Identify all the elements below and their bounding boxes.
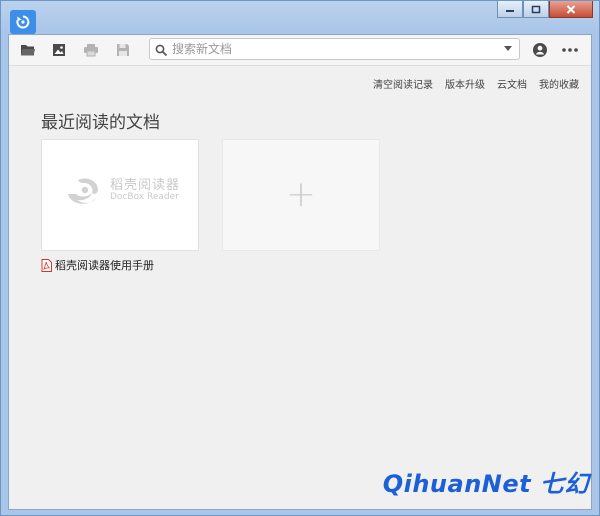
close-button[interactable]	[549, 1, 593, 18]
open-folder-icon[interactable]	[19, 41, 37, 59]
toolbar	[9, 35, 591, 66]
window-controls	[497, 1, 593, 18]
app-window: 清空阅读记录 版本升级 云文档 我的收藏 最近阅读的文档 稻壳阅读器 DocBo…	[0, 0, 600, 516]
logo-text-en: DocBox Reader	[110, 192, 179, 203]
search-box[interactable]	[149, 38, 520, 60]
document-thumbnail[interactable]: 稻壳阅读器 DocBox Reader	[41, 139, 199, 251]
document-title[interactable]: 稻壳阅读器使用手册	[41, 257, 154, 273]
print-icon[interactable]	[82, 41, 100, 59]
app-logo-icon[interactable]	[10, 10, 36, 34]
section-title: 最近阅读的文档	[41, 113, 160, 133]
image-icon[interactable]	[50, 41, 68, 59]
minimize-button[interactable]	[497, 1, 523, 18]
version-upgrade-link[interactable]: 版本升级	[445, 76, 485, 91]
plus-icon: +	[285, 174, 317, 215]
watermark-text: QihuanNet 七幻	[382, 470, 589, 498]
document-name: 稻壳阅读器使用手册	[55, 259, 154, 272]
top-links: 清空阅读记录 版本升级 云文档 我的收藏	[373, 76, 579, 91]
user-icon[interactable]	[531, 41, 549, 59]
cloud-docs-link[interactable]: 云文档	[497, 76, 527, 91]
docbox-logo: 稻壳阅读器 DocBox Reader	[64, 174, 180, 208]
search-input[interactable]	[172, 40, 492, 58]
title-bar[interactable]	[1, 1, 599, 35]
my-favorites-link[interactable]: 我的收藏	[539, 76, 579, 91]
chevron-down-icon[interactable]	[504, 46, 512, 51]
more-icon[interactable]	[561, 41, 579, 59]
save-icon[interactable]	[114, 41, 132, 59]
add-document-button[interactable]: +	[222, 139, 380, 251]
logo-text-cn: 稻壳阅读器	[110, 178, 181, 194]
close-icon	[566, 4, 576, 14]
docbox-logo-icon	[68, 178, 98, 204]
maximize-icon	[531, 5, 541, 13]
maximize-button[interactable]	[523, 1, 549, 18]
clear-history-link[interactable]: 清空阅读记录	[373, 76, 433, 91]
search-icon	[155, 42, 169, 57]
minimize-icon	[506, 10, 514, 12]
pdf-icon	[41, 258, 52, 272]
app-client-area: 清空阅读记录 版本升级 云文档 我的收藏 最近阅读的文档 稻壳阅读器 DocBo…	[8, 34, 592, 510]
